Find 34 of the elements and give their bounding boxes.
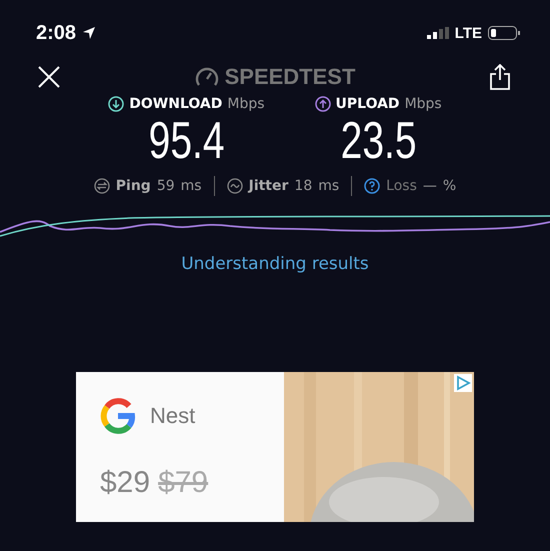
understanding-results-link[interactable]: Understanding results: [181, 254, 369, 274]
metric-label: Jitter: [248, 178, 288, 194]
result-label: DOWNLOAD: [129, 96, 222, 112]
result-unit: Mbps: [227, 96, 265, 112]
logo-icon: [100, 398, 136, 434]
metric-label: Loss: [386, 178, 417, 194]
result-value: 23.5: [340, 112, 416, 172]
ping-icon: [94, 178, 110, 194]
location-arrow-icon: [82, 26, 96, 40]
metric-value: —: [422, 178, 437, 194]
help-icon[interactable]: [364, 178, 380, 194]
old-price: $79: [158, 466, 208, 500]
clock-time: 2:08: [36, 22, 76, 44]
metric-unit: ms: [180, 178, 202, 194]
ad-card[interactable]: Nest $29 $79: [76, 372, 474, 522]
app-title: SPEEDTEST: [224, 64, 356, 90]
metric-value: 59: [156, 178, 175, 194]
result-value: 95.4: [148, 112, 224, 172]
metric-label: Ping: [116, 178, 151, 194]
price: $29: [100, 466, 150, 500]
brand-name: Nest: [150, 402, 196, 429]
metric-unit: %: [442, 178, 456, 194]
share-icon[interactable]: [490, 64, 510, 90]
battery-icon: [488, 26, 520, 40]
network-type: LTE: [454, 24, 482, 42]
metric-value: 18: [294, 178, 312, 194]
result-unit: Mbps: [404, 96, 442, 112]
ad-choices-icon[interactable]: [454, 374, 472, 392]
gauge-icon: [194, 66, 219, 88]
signal-icon: [426, 27, 449, 39]
metric-unit: ms: [318, 178, 340, 194]
wave-icon: [226, 178, 243, 194]
close-icon[interactable]: [38, 66, 60, 88]
result-label: UPLOAD: [336, 96, 400, 112]
